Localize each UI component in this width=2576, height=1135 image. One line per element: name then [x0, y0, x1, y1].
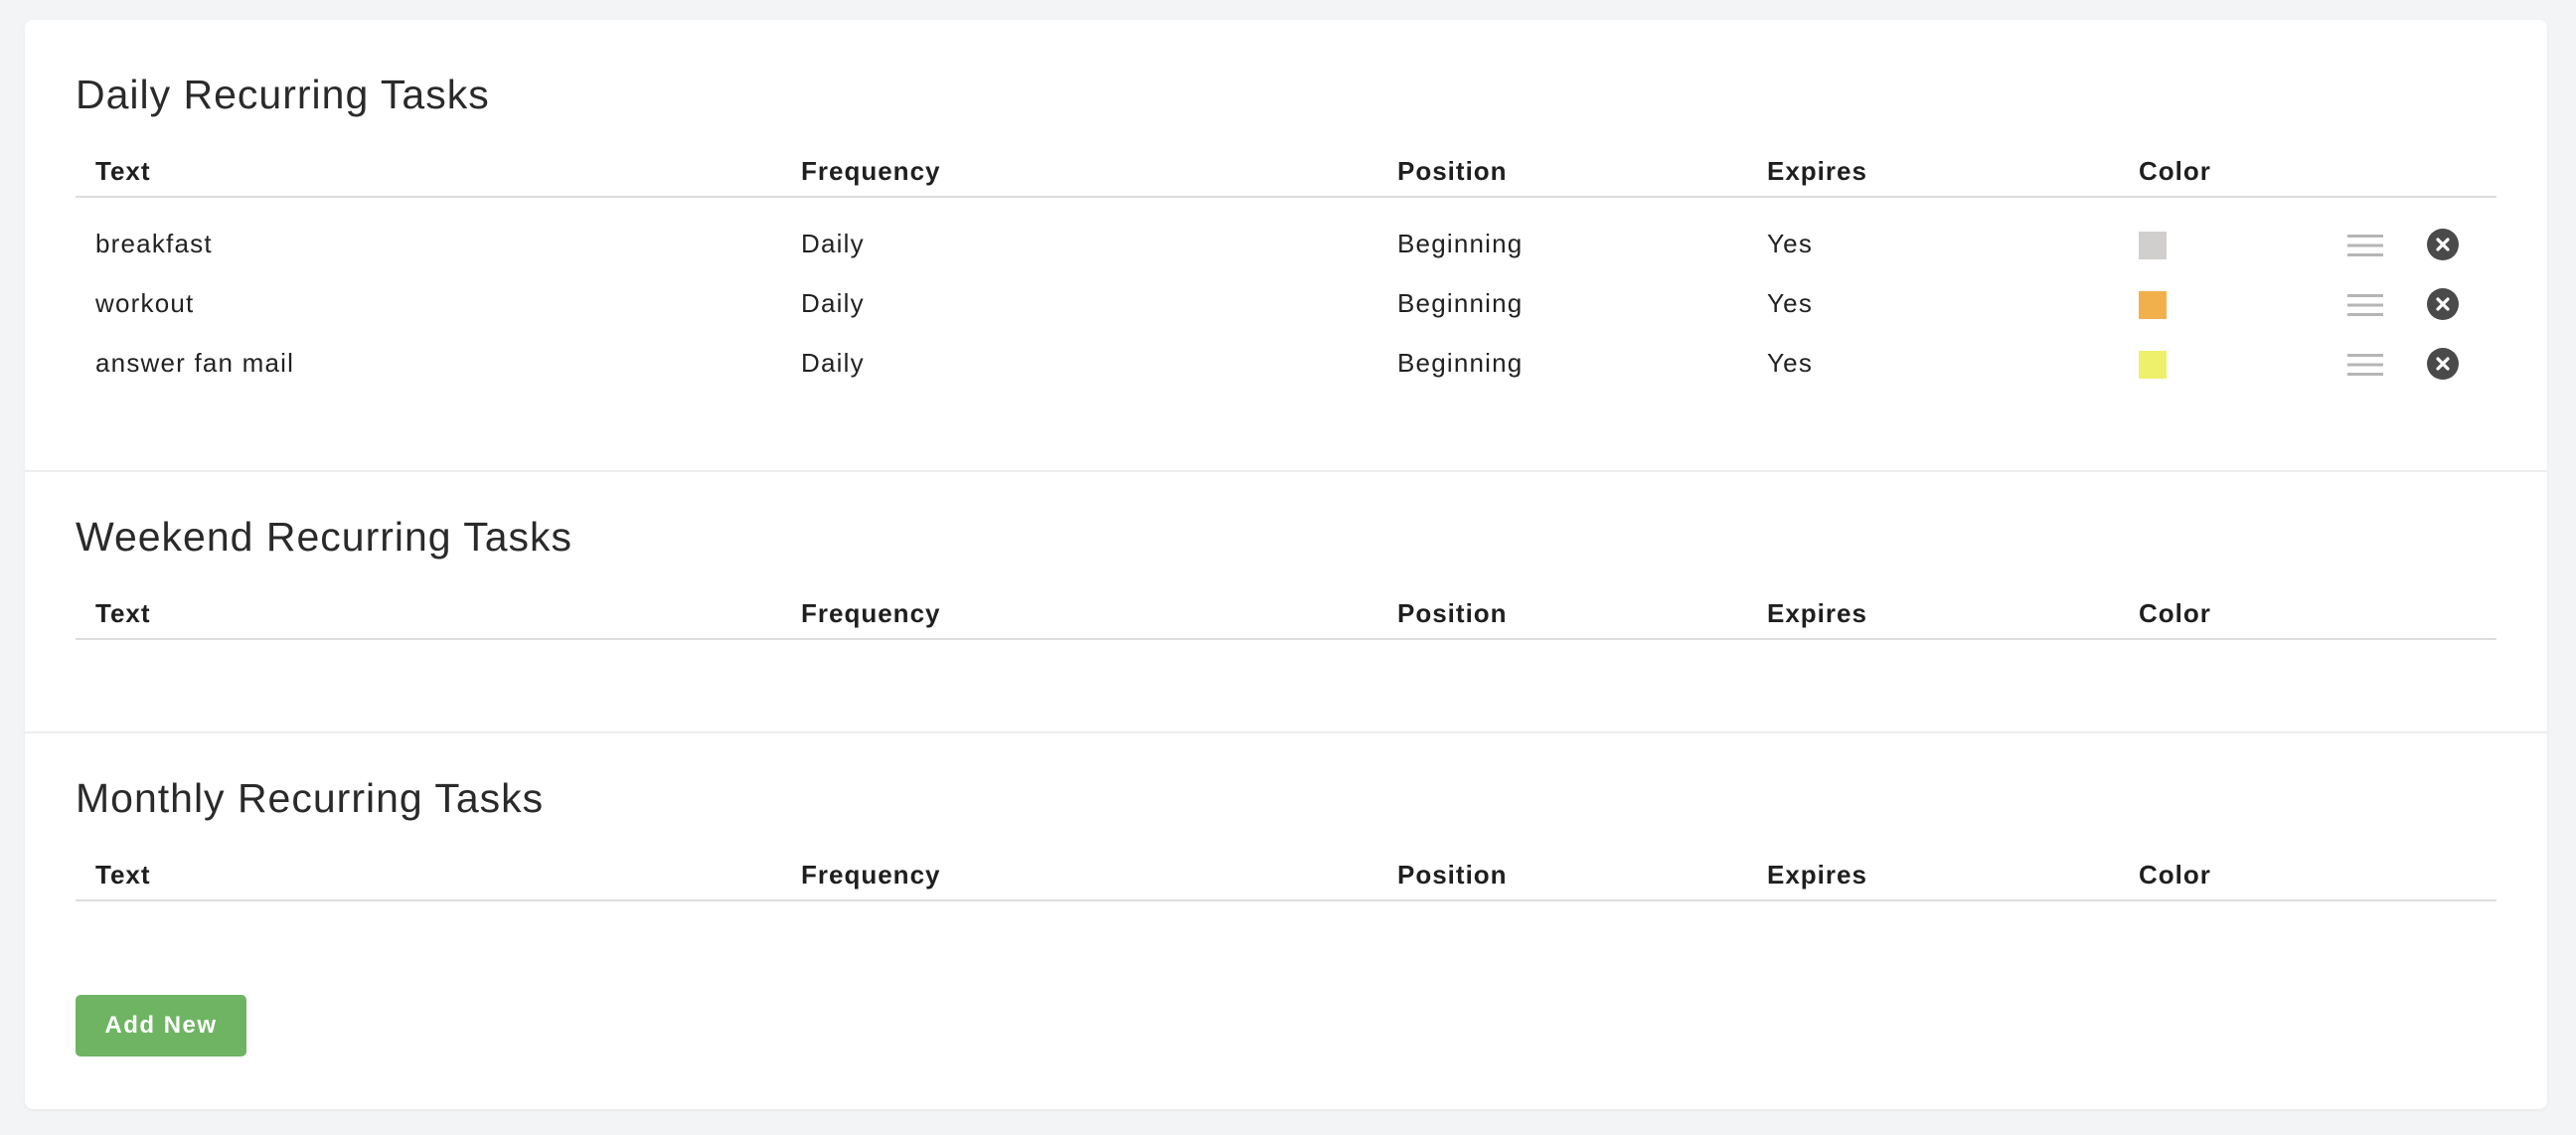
- table-header-row: Text Frequency Position Expires Color: [76, 850, 2496, 901]
- color-swatch: [2139, 290, 2167, 319]
- color-swatch: [2139, 350, 2167, 379]
- task-color-cell: [2119, 333, 2328, 393]
- weekend-section: Weekend Recurring Tasks Text Frequency P…: [25, 470, 2547, 731]
- monthly-section: Monthly Recurring Tasks Text Frequency P…: [25, 731, 2547, 901]
- table-row: answer fan mail Daily Beginning Yes: [76, 333, 2496, 393]
- monthly-table: Text Frequency Position Expires Color: [76, 850, 2496, 901]
- color-swatch: [2139, 231, 2167, 259]
- add-new-button[interactable]: Add New: [76, 995, 246, 1056]
- delete-cell: [2407, 273, 2496, 333]
- task-text: workout: [95, 287, 195, 318]
- col-header-delete: [2407, 146, 2496, 198]
- col-header-text: Text: [76, 588, 781, 640]
- task-expires: Yes: [1767, 347, 1814, 378]
- task-position: Beginning: [1397, 228, 1524, 258]
- table-header-row: Text Frequency Position Expires Color: [76, 588, 2496, 640]
- daily-table: Text Frequency Position Expires Color br…: [76, 146, 2496, 393]
- task-text: breakfast: [95, 228, 213, 258]
- close-circle-icon: [2436, 356, 2450, 371]
- task-frequency: Daily: [801, 228, 865, 258]
- col-header-color: Color: [2119, 146, 2328, 198]
- delete-task-button[interactable]: [2427, 228, 2459, 260]
- drag-cell: [2328, 273, 2407, 333]
- delete-task-button[interactable]: [2427, 347, 2459, 380]
- table-row: breakfast Daily Beginning Yes: [76, 197, 2496, 273]
- table-row: workout Daily Beginning Yes: [76, 273, 2496, 333]
- col-header-drag: [2328, 146, 2407, 198]
- delete-task-button[interactable]: [2427, 287, 2459, 320]
- daily-section: Daily Recurring Tasks Text Frequency Pos…: [25, 20, 2547, 470]
- weekend-title: Weekend Recurring Tasks: [76, 514, 573, 560]
- col-header-expires: Expires: [1747, 850, 2119, 901]
- task-color-cell: [2119, 273, 2328, 333]
- table-header-row: Text Frequency Position Expires Color: [76, 146, 2496, 198]
- col-header-text: Text: [76, 146, 781, 198]
- task-position: Beginning: [1397, 347, 1524, 378]
- delete-cell: [2407, 197, 2496, 273]
- recurring-tasks-card: Daily Recurring Tasks Text Frequency Pos…: [25, 20, 2547, 1109]
- col-header-frequency: Frequency: [781, 146, 1377, 198]
- task-expires: Yes: [1767, 287, 1814, 318]
- col-header-drag: [2328, 850, 2407, 901]
- task-frequency: Daily: [801, 287, 865, 318]
- drag-handle-icon[interactable]: [2347, 233, 2383, 258]
- col-header-frequency: Frequency: [781, 850, 1377, 901]
- task-text: answer fan mail: [95, 347, 295, 378]
- col-header-frequency: Frequency: [781, 588, 1377, 640]
- daily-title: Daily Recurring Tasks: [76, 72, 490, 117]
- delete-cell: [2407, 333, 2496, 393]
- col-header-position: Position: [1377, 850, 1747, 901]
- task-frequency: Daily: [801, 347, 865, 378]
- task-expires: Yes: [1767, 228, 1814, 258]
- col-header-position: Position: [1377, 588, 1747, 640]
- close-circle-icon: [2436, 237, 2450, 251]
- col-header-drag: [2328, 588, 2407, 640]
- drag-handle-icon[interactable]: [2347, 352, 2383, 378]
- close-circle-icon: [2436, 296, 2450, 311]
- col-header-color: Color: [2119, 588, 2328, 640]
- col-header-position: Position: [1377, 146, 1747, 198]
- drag-handle-icon[interactable]: [2347, 292, 2383, 318]
- task-position: Beginning: [1397, 287, 1524, 318]
- weekend-table: Text Frequency Position Expires Color: [76, 588, 2496, 640]
- col-header-expires: Expires: [1747, 146, 2119, 198]
- col-header-text: Text: [76, 850, 781, 901]
- drag-cell: [2328, 333, 2407, 393]
- col-header-delete: [2407, 588, 2496, 640]
- col-header-color: Color: [2119, 850, 2328, 901]
- monthly-title: Monthly Recurring Tasks: [76, 775, 545, 821]
- col-header-delete: [2407, 850, 2496, 901]
- drag-cell: [2328, 197, 2407, 273]
- col-header-expires: Expires: [1747, 588, 2119, 640]
- task-color-cell: [2119, 197, 2328, 273]
